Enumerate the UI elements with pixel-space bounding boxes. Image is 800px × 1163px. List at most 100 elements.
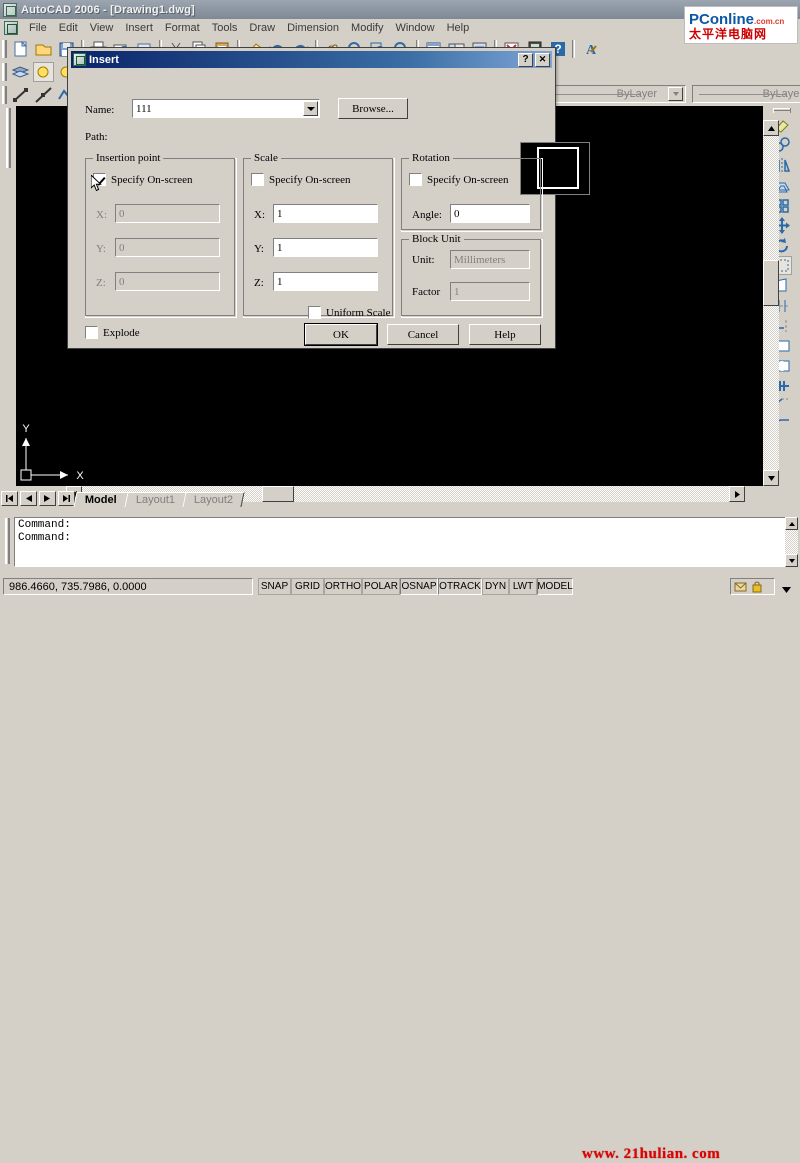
tab-layout2[interactable]: Layout2 (182, 492, 245, 507)
dialog-title-bar: Insert ? ✕ (71, 51, 552, 68)
scroll-right-button[interactable] (729, 486, 745, 502)
menu-item-edit[interactable]: Edit (53, 21, 84, 35)
dialog-close-button[interactable]: ✕ (535, 52, 550, 67)
rotation-specify-onscreen-label[interactable]: Specify On-screen (427, 174, 509, 186)
logo-brand-online: Conline (699, 11, 755, 28)
command-scroll-up-button[interactable] (785, 517, 798, 530)
menu-item-view[interactable]: View (84, 21, 120, 35)
coordinates-display[interactable]: 986.4660, 735.7986, 0.0000 (3, 578, 253, 595)
new-file-icon[interactable] (10, 39, 31, 59)
text-style-icon[interactable]: A (579, 39, 600, 59)
vertical-scrollbar[interactable] (763, 120, 779, 486)
tab-layout2-label: Layout2 (193, 494, 233, 506)
menu-bar: File Edit View Insert Format Tools Draw … (0, 19, 800, 37)
insertion-z-field[interactable]: 0 (115, 272, 220, 291)
next-tab-button[interactable] (39, 491, 56, 506)
cancel-button[interactable]: Cancel (387, 324, 459, 345)
command-history[interactable]: Command: Command: (14, 517, 786, 567)
dialog-help-button[interactable]: ? (518, 52, 533, 67)
scale-z-field[interactable]: 1 (273, 272, 378, 291)
block-name-value-wrap[interactable]: 111 (133, 103, 303, 115)
status-toggle-ortho[interactable]: ORTHO (324, 578, 362, 595)
status-toggle-lwt[interactable]: LWT (509, 578, 537, 595)
command-scrollbar[interactable] (785, 517, 798, 567)
toolbar-grip[interactable] (5, 108, 11, 168)
command-scroll-down-button[interactable] (785, 554, 798, 567)
scroll-up-button[interactable] (763, 120, 779, 136)
rotation-group: Rotation Specify On-screen Angle: 0 (401, 152, 543, 232)
chevron-down-icon[interactable] (668, 87, 683, 101)
linetype-combo[interactable]: ByLayer (692, 85, 800, 103)
help-button[interactable]: Help (469, 324, 541, 345)
last-tab-button[interactable] (58, 491, 75, 506)
status-toggle-polar[interactable]: POLAR (362, 578, 400, 595)
scale-x-field[interactable]: 1 (273, 204, 378, 223)
scroll-down-button[interactable] (763, 470, 779, 486)
document-icon[interactable] (4, 21, 18, 35)
tab-model[interactable]: Model (73, 492, 129, 507)
insertion-specify-onscreen-label[interactable]: Specify On-screen (111, 174, 193, 186)
browse-button[interactable]: Browse... (338, 98, 408, 119)
menu-item-dimension[interactable]: Dimension (281, 21, 345, 35)
menu-item-insert[interactable]: Insert (119, 21, 159, 35)
layer-on-icon[interactable] (33, 61, 54, 82)
menu-item-help[interactable]: Help (441, 21, 476, 35)
tab-layout1[interactable]: Layout1 (124, 492, 187, 507)
command-window-grip[interactable] (5, 518, 10, 564)
toolbar-grip[interactable] (2, 39, 7, 58)
menu-item-tools[interactable]: Tools (206, 21, 244, 35)
explode-label[interactable]: Explode (103, 327, 140, 339)
menu-item-modify[interactable]: Modify (345, 21, 389, 35)
layer-properties-icon[interactable] (10, 62, 31, 82)
rotation-angle-field[interactable]: 0 (450, 204, 530, 223)
scale-title: Scale (251, 152, 281, 164)
status-toggle-otrack[interactable]: OTRACK (438, 578, 482, 595)
first-tab-button[interactable] (1, 491, 18, 506)
command-scroll-track[interactable] (785, 530, 798, 554)
menu-item-draw[interactable]: Draw (243, 21, 281, 35)
block-factor-value: 1 (450, 282, 530, 301)
svg-text:?: ? (554, 42, 561, 56)
scale-z-label: Z: (254, 277, 264, 289)
status-tray[interactable] (730, 578, 775, 595)
status-toggle-snap[interactable]: SNAP (258, 578, 291, 595)
scale-specify-onscreen-label[interactable]: Specify On-screen (269, 174, 351, 186)
insertion-x-field[interactable]: 0 (115, 204, 220, 223)
open-file-icon[interactable] (33, 39, 54, 59)
menu-item-window[interactable]: Window (389, 21, 440, 35)
toolbar-grip[interactable] (2, 62, 7, 81)
menu-item-file[interactable]: File (23, 21, 53, 35)
logo-brand-domain: .com.cn (754, 17, 785, 26)
toolbar-grip[interactable] (772, 108, 791, 113)
menu-item-format[interactable]: Format (159, 21, 206, 35)
status-toggle-model[interactable]: MODEL (537, 578, 573, 595)
rotation-specify-onscreen-checkbox[interactable] (409, 173, 422, 186)
title-bar: AutoCAD 2006 - [Drawing1.dwg] (0, 0, 800, 19)
lock-icon[interactable] (750, 580, 763, 593)
autocad-icon (3, 2, 17, 17)
construction-line-icon[interactable] (33, 85, 54, 105)
status-toggle-dyn[interactable]: DYN (482, 578, 509, 595)
communication-center-icon[interactable] (734, 580, 747, 593)
status-bar: 986.4660, 735.7986, 0.0000 SNAP GRID ORT… (0, 574, 800, 1162)
previous-tab-button[interactable] (20, 491, 37, 506)
status-toggle-osnap[interactable]: OSNAP (400, 578, 438, 595)
line-icon[interactable] (10, 85, 31, 105)
autocad-window: AutoCAD 2006 - [Drawing1.dwg] File Edit … (0, 0, 800, 1162)
uniform-scale-label[interactable]: Uniform Scale (326, 307, 390, 319)
insertion-specify-onscreen-checkbox[interactable] (93, 173, 106, 186)
color-combo[interactable]: ByLayer (546, 85, 686, 103)
ok-button[interactable]: OK (304, 323, 378, 346)
scale-y-field[interactable]: 1 (273, 238, 378, 257)
insertion-y-field[interactable]: 0 (115, 238, 220, 257)
chevron-down-icon[interactable] (303, 101, 318, 116)
scale-specify-onscreen-checkbox[interactable] (251, 173, 264, 186)
vertical-scroll-thumb[interactable] (763, 260, 779, 306)
explode-checkbox[interactable] (85, 326, 98, 339)
toolbar-grip[interactable] (2, 85, 7, 104)
uniform-scale-checkbox[interactable] (308, 306, 321, 319)
block-name-combo[interactable]: 111 (132, 99, 320, 118)
status-toggle-grid[interactable]: GRID (291, 578, 324, 595)
svg-text:X: X (76, 470, 84, 482)
status-menu-arrow-icon[interactable] (782, 584, 791, 596)
